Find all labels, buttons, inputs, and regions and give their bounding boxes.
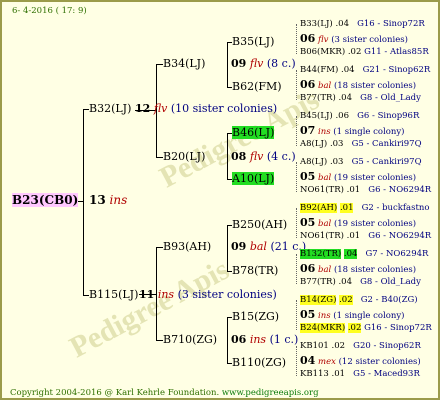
connector [156, 247, 163, 248]
connector [227, 133, 228, 179]
gen5-row: B77(TR) .04 G8 - Old_Lady [300, 277, 421, 287]
dam-node: B115(LJ) [89, 288, 139, 301]
sire-node: B32(LJ) [89, 102, 132, 115]
connector [296, 70, 297, 100]
connector [296, 300, 297, 330]
connector [227, 225, 228, 271]
connector [296, 346, 297, 376]
gen3-mating: 09 bal (21 c.) [231, 240, 307, 253]
connector [296, 116, 297, 146]
gen4-node: B35(LJ) [232, 35, 275, 48]
gen4-mating: 05 bal (19 sister colonies) [300, 216, 417, 229]
gen5-row: KB101 .02 G20 - Sinop62R [300, 341, 421, 351]
gen3-mating: 06 ins (1 c.) [231, 333, 299, 346]
sire-mating: 12 flv (10 sister colonies) [135, 102, 278, 115]
root-mating: 13 ins [89, 193, 128, 207]
gen5-row: A8(LJ) .03 G5 - Cankiri97Q [300, 157, 422, 167]
gen5-row: B06(MKR) .02 G11 - Atlas85R [300, 47, 429, 57]
gen5-row: B77(TR) .04 G8 - Old_Lady [300, 93, 421, 103]
gen4-mating: 07 ins (1 single colony) [300, 124, 405, 137]
connector [156, 340, 163, 341]
gen4-node: A10(LJ) [232, 172, 275, 185]
gen4-mating: 06 bal (18 sister colonies) [300, 78, 417, 91]
gen5-row: A8(LJ) .03 G5 - Cankiri97Q [300, 139, 422, 149]
dam-mating: 11 ins (3 sister colonies) [139, 288, 277, 301]
gen4-mating: 06 bal (18 sister colonies) [300, 262, 417, 275]
connector [83, 109, 84, 296]
connector [296, 162, 297, 192]
gen5-row: B44(FM) .04 G21 - Sinop62R [300, 65, 431, 75]
connector [296, 254, 297, 284]
gen5-row: B24(MKR) .02 G16 - Sinop72R [300, 323, 432, 333]
gen4-mating: 05 ins (1 single colony) [300, 308, 405, 321]
gen3-node: B20(LJ) [163, 150, 206, 163]
gen3-mating: 09 flv (8 c.) [231, 57, 296, 70]
connector [156, 157, 163, 158]
gen5-row: B92(AH) .01 G2 - buckfastno [300, 203, 430, 213]
gen4-mating: 06 flv (3 sister colonies) [300, 32, 408, 45]
gen4-node: B250(AH) [232, 218, 288, 231]
gen5-row: B132(TR) .04 G7 - NO6294R [300, 249, 429, 259]
gen5-row: B33(LJ) .04 G16 - Sinop72R [300, 19, 425, 29]
gen3-mating: 08 flv (4 c.) [231, 150, 296, 163]
gen4-mating: 04 mex (12 sister colonies) [300, 354, 421, 367]
connector [296, 208, 297, 238]
gen5-row: B14(ZG) .02 G2 - B40(ZG) [300, 295, 418, 305]
gen4-node: B62(FM) [232, 80, 282, 93]
connector [227, 42, 228, 87]
gen5-row: NO61(TR) .01 G6 - NO6294R [300, 231, 432, 241]
pedigree-chart: Pedigree Apis Pedigree Apis 6- 4-2016 ( … [0, 0, 440, 400]
gen3-node: B710(ZG) [163, 333, 218, 346]
gen3-node: B34(LJ) [163, 57, 206, 70]
gen4-node: B46(LJ) [232, 126, 275, 139]
connector [227, 317, 228, 363]
gen4-node: B110(ZG) [232, 356, 287, 369]
copyright-line: Copyright 2004-2016 @ Karl Kehrle Founda… [10, 388, 319, 398]
gen4-node: B15(ZG) [232, 310, 280, 323]
connector [156, 64, 163, 65]
root-node: B23(CB0) [12, 193, 79, 207]
connector [296, 24, 297, 54]
gen5-row: KB113 .01 G5 - Maced93R [300, 369, 420, 379]
date-stamp: 6- 4-2016 ( 17: 9) [12, 6, 87, 16]
gen5-row: B45(LJ) .06 G6 - Sinop96R [300, 111, 420, 121]
gen3-node: B93(AH) [163, 240, 212, 253]
gen5-row: NO61(TR) .01 G6 - NO6294R [300, 185, 432, 195]
watermark: Pedigree Apis [64, 252, 235, 365]
gen4-node: B78(TR) [232, 264, 279, 277]
gen4-mating: 05 bal (19 sister colonies) [300, 170, 417, 183]
